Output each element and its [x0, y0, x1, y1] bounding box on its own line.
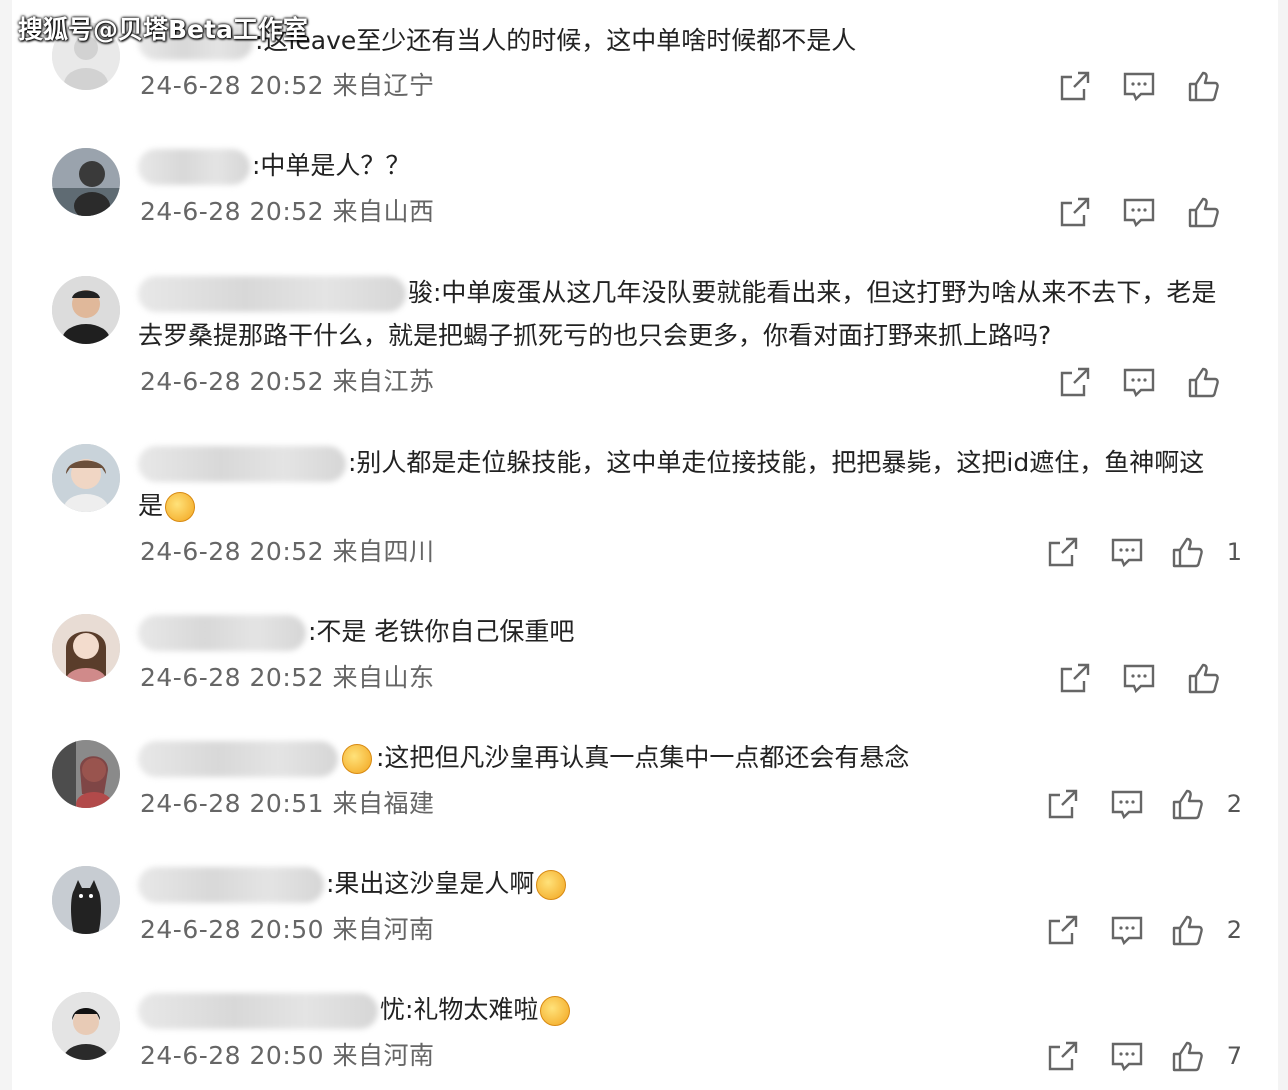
- share-icon[interactable]: [1046, 913, 1080, 947]
- left-margin: [0, 0, 12, 1090]
- like-count: 2: [1226, 916, 1242, 944]
- comment-text: :中单是人？？: [138, 144, 1248, 187]
- comment-location: 来自河南: [332, 1041, 435, 1070]
- watermark-text: 搜狐号@贝塔Beta工作室: [18, 15, 308, 44]
- comment-text: :这把但凡沙皇再认真一点集中一点都还会有悬念: [138, 736, 1248, 779]
- share-icon[interactable]: [1058, 365, 1092, 399]
- comment-location: 来自山东: [332, 663, 435, 692]
- blurred-username[interactable]: [138, 741, 338, 777]
- avatar[interactable]: [52, 740, 120, 808]
- comment-location: 来自江苏: [332, 367, 435, 396]
- comment-icon[interactable]: [1122, 195, 1156, 229]
- share-icon[interactable]: [1058, 69, 1092, 103]
- comment-meta: 24-6-28 20:52 来自江苏: [140, 365, 435, 399]
- comment-icon[interactable]: [1110, 913, 1144, 947]
- comment-meta: 24-6-28 20:52 来自山东: [140, 661, 435, 695]
- avatar[interactable]: [52, 148, 120, 216]
- comment-icon[interactable]: [1110, 787, 1144, 821]
- thumbs-up-icon[interactable]: [1186, 661, 1220, 695]
- comment-meta: 24-6-28 20:50 来自河南: [140, 913, 435, 947]
- thumbs-up-icon[interactable]: [1170, 535, 1204, 569]
- blurred-username[interactable]: [138, 149, 250, 185]
- thumbs-up-icon[interactable]: [1186, 69, 1220, 103]
- comment-meta: 24-6-28 20:51 来自福建: [140, 787, 435, 821]
- avatar[interactable]: [52, 444, 120, 512]
- like-count: 7: [1226, 1042, 1242, 1070]
- comment-text: :别人都是走位躲技能，这中单走位接技能，把把暴毙，这把id遮住，鱼神啊这是: [138, 446, 1205, 522]
- comment-time: 24-6-28 20:51: [140, 789, 325, 818]
- comment-meta: 24-6-28 20:50 来自河南: [140, 1039, 435, 1073]
- avatar[interactable]: [52, 992, 120, 1060]
- share-icon[interactable]: [1046, 1039, 1080, 1073]
- share-icon[interactable]: [1046, 787, 1080, 821]
- comment-icon[interactable]: [1122, 661, 1156, 695]
- thumbs-up-icon[interactable]: [1170, 1039, 1204, 1073]
- thumbs-up-icon[interactable]: [1170, 787, 1204, 821]
- sweat-smile-emoji-icon: [536, 870, 567, 900]
- comment-time: 24-6-28 20:52: [140, 663, 325, 692]
- comment-time: 24-6-28 20:52: [140, 71, 325, 100]
- blurred-username[interactable]: [138, 446, 346, 482]
- share-icon[interactable]: [1058, 661, 1092, 695]
- comment-time: 24-6-28 20:52: [140, 367, 325, 396]
- comment-text: 骏:中单废蛋从这几年没队要就能看出来，但这打野为啥从来不去下，老是 去罗桑提那路干…: [138, 276, 1217, 350]
- comment-meta: 24-6-28 20:52 来自四川: [140, 535, 435, 569]
- comment-time: 24-6-28 20:50: [140, 1041, 325, 1070]
- avatar[interactable]: [52, 614, 120, 682]
- thumbs-up-icon[interactable]: [1186, 365, 1220, 399]
- like-count: 1: [1226, 538, 1242, 566]
- right-margin: [1278, 0, 1288, 1090]
- comment-icon[interactable]: [1110, 535, 1144, 569]
- comment-location: 来自河南: [332, 915, 435, 944]
- comment-time: 24-6-28 20:52: [140, 537, 325, 566]
- comment-text: 忧:礼物太难啦: [138, 988, 1248, 1031]
- crown-emoji-icon: [342, 744, 372, 774]
- thumbs-up-icon[interactable]: [1186, 195, 1220, 229]
- crying-emoji-icon: [165, 492, 196, 522]
- comment-time: 24-6-28 20:52: [140, 197, 325, 226]
- comment-icon[interactable]: [1122, 69, 1156, 103]
- comment-text: :果出这沙皇是人啊: [138, 862, 1248, 905]
- comment-location: 来自山西: [332, 197, 435, 226]
- comment-icon[interactable]: [1122, 365, 1156, 399]
- comment-location: 来自福建: [332, 789, 435, 818]
- thumbs-up-icon[interactable]: [1170, 913, 1204, 947]
- comment-location: 来自四川: [332, 537, 435, 566]
- comment-text: :不是 老铁你自己保重吧: [138, 610, 1248, 653]
- comment-meta: 24-6-28 20:52 来自山西: [140, 195, 435, 229]
- blurred-username[interactable]: [138, 276, 406, 312]
- like-count: 2: [1226, 790, 1242, 818]
- comment-location: 来自辽宁: [332, 71, 435, 100]
- blurred-username[interactable]: [138, 867, 324, 903]
- comment-meta: 24-6-28 20:52 来自辽宁: [140, 69, 435, 103]
- share-icon[interactable]: [1058, 195, 1092, 229]
- comment-time: 24-6-28 20:50: [140, 915, 325, 944]
- blurred-username[interactable]: [138, 993, 378, 1029]
- share-icon[interactable]: [1046, 535, 1080, 569]
- avatar[interactable]: [52, 276, 120, 344]
- avatar[interactable]: [52, 866, 120, 934]
- laughing-emoji-icon: [540, 996, 571, 1026]
- blurred-username[interactable]: [138, 615, 306, 651]
- comment-icon[interactable]: [1110, 1039, 1144, 1073]
